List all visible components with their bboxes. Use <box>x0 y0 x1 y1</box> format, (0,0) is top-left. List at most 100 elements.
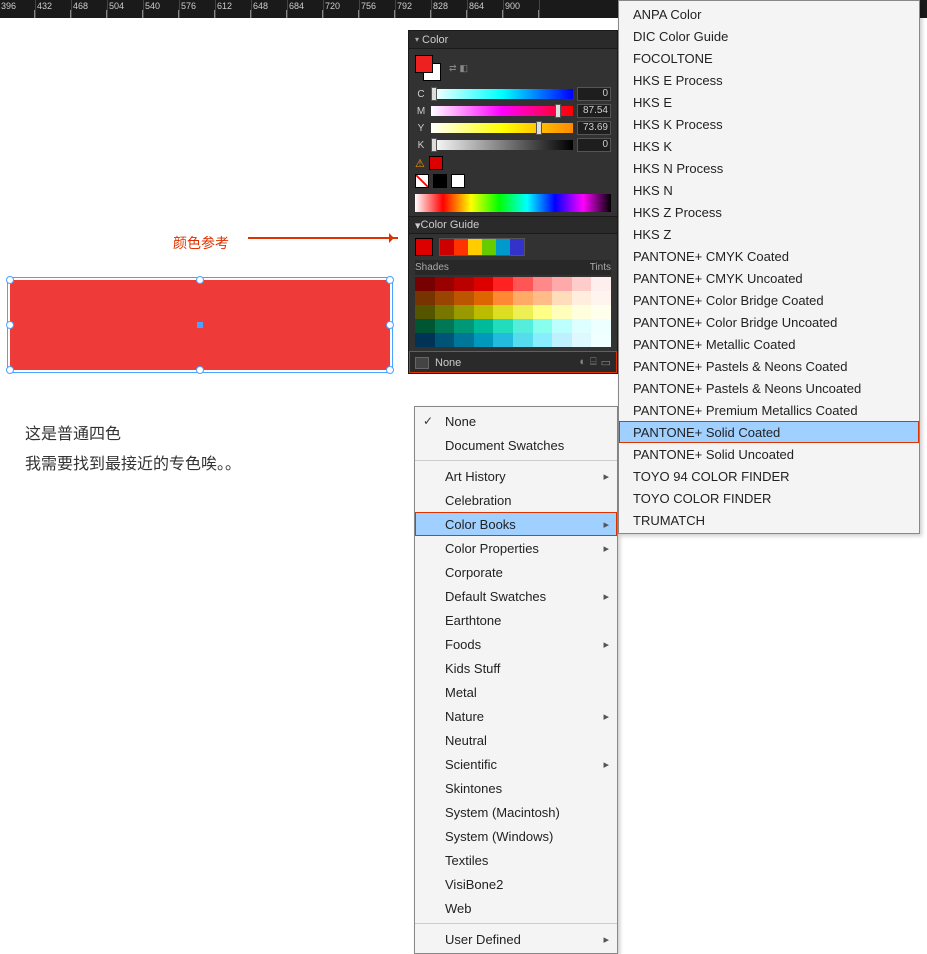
menu-item[interactable]: System (Windows) <box>415 824 617 848</box>
submenu-item[interactable]: TOYO 94 COLOR FINDER <box>619 465 919 487</box>
library-icon[interactable] <box>415 357 429 369</box>
guide-swatch[interactable] <box>513 305 533 319</box>
guide-swatch[interactable] <box>415 319 435 333</box>
menu-item[interactable]: Scientific <box>415 752 617 776</box>
handle-top-right[interactable] <box>386 276 394 284</box>
y-slider[interactable] <box>431 123 573 133</box>
menu-item[interactable]: Nature <box>415 704 617 728</box>
guide-swatch[interactable] <box>435 305 455 319</box>
submenu-item[interactable]: DIC Color Guide <box>619 25 919 47</box>
menu-item[interactable]: Neutral <box>415 728 617 752</box>
guide-swatch[interactable] <box>454 277 474 291</box>
gamut-warning-icon[interactable]: ⚠ <box>415 157 425 170</box>
handle-top-left[interactable] <box>6 276 14 284</box>
guide-swatch[interactable] <box>474 305 494 319</box>
menu-item[interactable]: VisiBone2 <box>415 872 617 896</box>
submenu-item[interactable]: PANTONE+ Solid Uncoated <box>619 443 919 465</box>
white-swatch[interactable] <box>451 174 465 188</box>
handle-bot-right[interactable] <box>386 366 394 374</box>
fill-swatch[interactable] <box>415 55 433 73</box>
m-value[interactable]: 87.54 <box>577 104 611 118</box>
guide-swatch[interactable] <box>493 319 513 333</box>
new-swatch-icon[interactable]: ▭ <box>601 356 611 369</box>
guide-swatch[interactable] <box>572 319 592 333</box>
black-swatch[interactable] <box>433 174 447 188</box>
submenu-item[interactable]: PANTONE+ Color Bridge Coated <box>619 289 919 311</box>
submenu-item[interactable]: ANPA Color <box>619 3 919 25</box>
menu-item[interactable]: Kids Stuff <box>415 656 617 680</box>
save-group-icon[interactable]: ⌸ <box>590 356 597 369</box>
guide-swatch[interactable] <box>493 333 513 347</box>
menu-item[interactable]: System (Macintosh) <box>415 800 617 824</box>
guide-swatch[interactable] <box>513 277 533 291</box>
c-slider[interactable] <box>431 89 573 99</box>
guide-swatch[interactable] <box>572 305 592 319</box>
selected-rectangle[interactable] <box>10 280 390 370</box>
menu-item[interactable]: Art History <box>415 464 617 488</box>
guide-swatch[interactable] <box>435 291 455 305</box>
guide-swatch[interactable] <box>454 319 474 333</box>
submenu-item[interactable]: HKS K Process <box>619 113 919 135</box>
guide-swatch[interactable] <box>533 319 553 333</box>
menu-item[interactable]: Document Swatches <box>415 433 617 457</box>
color-guide-grid[interactable] <box>415 277 611 347</box>
handle-bot-left[interactable] <box>6 366 14 374</box>
guide-swatch[interactable] <box>493 277 513 291</box>
submenu-item[interactable]: HKS Z <box>619 223 919 245</box>
guide-swatch[interactable] <box>591 291 611 305</box>
m-slider[interactable] <box>431 106 573 116</box>
submenu-item[interactable]: TOYO COLOR FINDER <box>619 487 919 509</box>
guide-swatch[interactable] <box>552 305 572 319</box>
guide-swatch[interactable] <box>552 333 572 347</box>
color-guide-header[interactable]: ▾ Color Guide <box>409 216 617 234</box>
guide-swatch[interactable] <box>591 319 611 333</box>
last-color-swatch[interactable] <box>429 156 443 170</box>
menu-item[interactable]: Metal <box>415 680 617 704</box>
submenu-item[interactable]: HKS Z Process <box>619 201 919 223</box>
guide-swatch[interactable] <box>591 277 611 291</box>
harmony-row[interactable] <box>439 238 525 256</box>
guide-swatch[interactable] <box>572 333 592 347</box>
guide-swatch[interactable] <box>435 277 455 291</box>
menu-item[interactable]: Default Swatches <box>415 584 617 608</box>
fill-stroke-swatch[interactable] <box>415 55 441 81</box>
menu-item[interactable]: Corporate <box>415 560 617 584</box>
k-value[interactable]: 0 <box>577 138 611 152</box>
guide-swatch[interactable] <box>435 333 455 347</box>
guide-swatch[interactable] <box>533 333 553 347</box>
guide-swatch[interactable] <box>552 277 572 291</box>
submenu-item[interactable]: HKS K <box>619 135 919 157</box>
guide-swatch[interactable] <box>415 305 435 319</box>
guide-swatch[interactable] <box>591 305 611 319</box>
guide-swatch[interactable] <box>474 333 494 347</box>
submenu-item[interactable]: PANTONE+ Solid Coated <box>619 421 919 443</box>
submenu-item[interactable]: HKS N Process <box>619 157 919 179</box>
submenu-item[interactable]: PANTONE+ Color Bridge Uncoated <box>619 311 919 333</box>
submenu-item[interactable]: PANTONE+ Pastels & Neons Uncoated <box>619 377 919 399</box>
guide-swatch[interactable] <box>454 291 474 305</box>
guide-swatch[interactable] <box>513 319 533 333</box>
submenu-item[interactable]: HKS E <box>619 91 919 113</box>
library-dropdown[interactable]: None <box>435 357 461 369</box>
guide-swatch[interactable] <box>533 277 553 291</box>
color-spectrum[interactable] <box>415 194 611 212</box>
submenu-item[interactable]: PANTONE+ CMYK Uncoated <box>619 267 919 289</box>
guide-swatch[interactable] <box>591 333 611 347</box>
menu-item[interactable]: None <box>415 409 617 433</box>
c-value[interactable]: 0 <box>577 87 611 101</box>
k-slider[interactable] <box>431 140 573 150</box>
guide-swatch[interactable] <box>533 291 553 305</box>
guide-swatch[interactable] <box>454 333 474 347</box>
guide-swatch[interactable] <box>415 333 435 347</box>
guide-swatch[interactable] <box>552 291 572 305</box>
handle-bot-mid[interactable] <box>196 366 204 374</box>
submenu-item[interactable]: HKS E Process <box>619 69 919 91</box>
menu-item[interactable]: Celebration <box>415 488 617 512</box>
guide-swatch[interactable] <box>572 291 592 305</box>
handle-mid-right[interactable] <box>386 321 394 329</box>
guide-swatch[interactable] <box>474 319 494 333</box>
menu-item[interactable]: Color Properties <box>415 536 617 560</box>
guide-swatch[interactable] <box>415 277 435 291</box>
guide-swatch[interactable] <box>474 277 494 291</box>
menu-item[interactable]: Skintones <box>415 776 617 800</box>
